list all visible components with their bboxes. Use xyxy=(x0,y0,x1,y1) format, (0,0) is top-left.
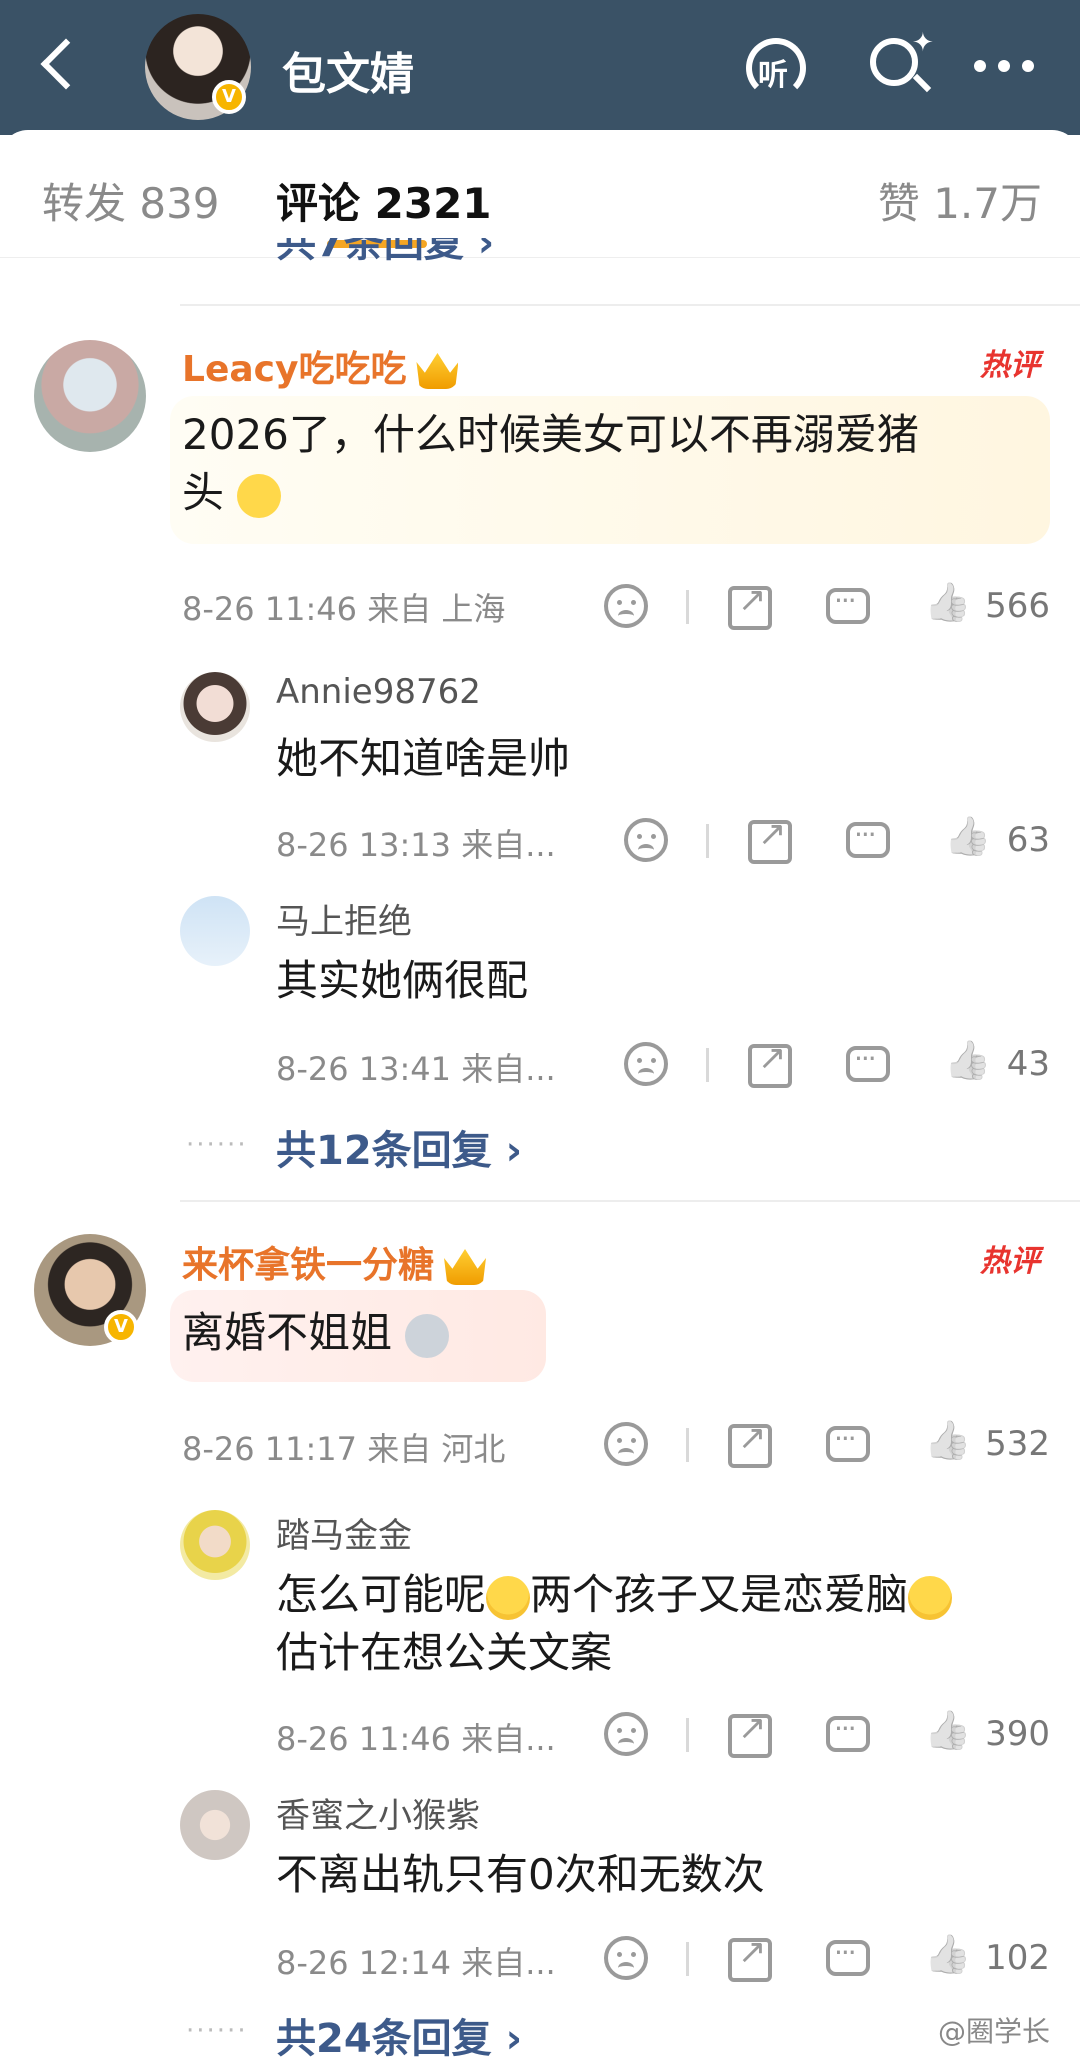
avatar[interactable] xyxy=(180,1790,250,1860)
tab-comments[interactable]: 评论 2321 xyxy=(276,170,492,231)
dislike-icon[interactable] xyxy=(604,584,648,628)
reply-icon[interactable] xyxy=(846,1042,890,1082)
dislike-icon[interactable] xyxy=(604,1936,648,1980)
dislike-icon[interactable] xyxy=(624,818,668,862)
comment-meta: 8-26 11:46 来自 上海 xyxy=(182,590,506,628)
avatar[interactable] xyxy=(34,340,146,452)
reply-meta: 8-26 12:14 来自... xyxy=(276,1944,556,1982)
top-bar: V 包文婧 听 ✦ xyxy=(0,0,1080,135)
pig-emoji-icon xyxy=(237,473,282,518)
comment-meta: 8-26 11:17 来自 河北 xyxy=(182,1430,506,1468)
avatar[interactable] xyxy=(180,1510,250,1580)
hot-comment-badge: 热评 xyxy=(980,348,1040,383)
avatar[interactable] xyxy=(180,672,250,742)
verified-badge-icon: V xyxy=(104,1310,138,1344)
back-icon[interactable] xyxy=(38,36,78,92)
reply-icon[interactable] xyxy=(826,1936,870,1976)
divider xyxy=(180,304,1080,306)
reply-username[interactable]: 香蜜之小猴紫 xyxy=(276,1788,480,1837)
like-count: 102 xyxy=(985,1938,1050,1978)
separator xyxy=(686,1718,689,1752)
separator xyxy=(686,590,689,624)
separator xyxy=(686,1428,689,1462)
reply-username[interactable]: 踏马金金 xyxy=(276,1508,412,1557)
ultraman-emoji-icon xyxy=(405,1313,450,1358)
share-icon[interactable] xyxy=(728,1708,772,1758)
separator xyxy=(706,1048,709,1082)
reply-icon[interactable] xyxy=(826,1422,870,1462)
crown-icon xyxy=(416,353,459,389)
watermark: @圈学长 xyxy=(937,2015,1050,2048)
more-replies-link[interactable]: 共24条回复 › xyxy=(276,2006,522,2064)
reply-meta: 8-26 13:41 来自... xyxy=(276,1050,556,1088)
reply-username[interactable]: 马上拒绝 xyxy=(276,894,412,943)
dislike-icon[interactable] xyxy=(604,1712,648,1756)
separator xyxy=(686,1942,689,1976)
listen-icon[interactable]: 听 xyxy=(740,30,812,102)
like-count: 532 xyxy=(985,1424,1050,1464)
comment-username[interactable]: Leacy吃吃吃 xyxy=(182,340,459,392)
reply-username[interactable]: Annie98762 xyxy=(276,672,481,712)
more-options-icon[interactable] xyxy=(968,30,1040,102)
like-count: 63 xyxy=(1006,820,1050,860)
reply-icon[interactable] xyxy=(846,818,890,858)
dislike-icon[interactable] xyxy=(604,1422,648,1466)
like-count: 566 xyxy=(985,586,1050,626)
share-icon[interactable] xyxy=(748,814,792,864)
share-icon[interactable] xyxy=(728,580,772,630)
reply-text: 其实她俩很配 xyxy=(276,956,529,1005)
search-icon[interactable]: ✦ xyxy=(862,28,934,102)
like-count: 390 xyxy=(985,1714,1050,1754)
partial-more-replies: 共7条回复 › xyxy=(276,238,495,266)
dislike-icon[interactable] xyxy=(624,1042,668,1086)
reply-icon[interactable] xyxy=(826,584,870,624)
more-replies-link[interactable]: 共12条回复 › xyxy=(276,1118,522,1176)
dots-leader: ······ xyxy=(186,1130,248,1160)
share-icon[interactable] xyxy=(748,1038,792,1088)
reply-meta: 8-26 13:13 来自... xyxy=(276,826,556,864)
reply-meta: 8-26 11:46 来自... xyxy=(276,1720,556,1758)
comment-text: 2026了，什么时候美女可以不再溺爱猪 头 xyxy=(182,410,919,518)
tab-bar: 转发 839 评论 2321 赞 1.7万 xyxy=(0,130,1080,258)
reply-text: 怎么可能呢 两个孩子又是恋爱脑 估计在想公关文案 xyxy=(276,1566,1056,1682)
tab-likes[interactable]: 赞 1.7万 xyxy=(878,170,1042,231)
like-count: 43 xyxy=(1006,1044,1050,1084)
crown-icon xyxy=(444,1249,487,1285)
hot-comment-badge: 热评 xyxy=(980,1244,1040,1279)
reply-icon[interactable] xyxy=(826,1712,870,1752)
divider xyxy=(180,1200,1080,1202)
crying-laughing-emoji-icon xyxy=(486,1575,531,1620)
share-icon[interactable] xyxy=(728,1418,772,1468)
separator xyxy=(706,824,709,858)
tab-repost[interactable]: 转发 839 xyxy=(42,170,220,231)
reply-text: 她不知道啥是帅 xyxy=(276,734,571,783)
dots-leader: ······ xyxy=(186,2016,248,2046)
share-icon[interactable] xyxy=(728,1932,772,1982)
page-title: 包文婧 xyxy=(282,49,414,100)
reply-text: 不离出轨只有0次和无数次 xyxy=(276,1850,765,1899)
comment-text: 离婚不姐姐 xyxy=(182,1304,450,1362)
verified-badge-icon: V xyxy=(212,80,246,114)
avatar[interactable] xyxy=(180,896,250,966)
crying-laughing-emoji-icon xyxy=(908,1575,953,1620)
comment-username[interactable]: 来杯拿铁一分糖 xyxy=(182,1236,487,1288)
